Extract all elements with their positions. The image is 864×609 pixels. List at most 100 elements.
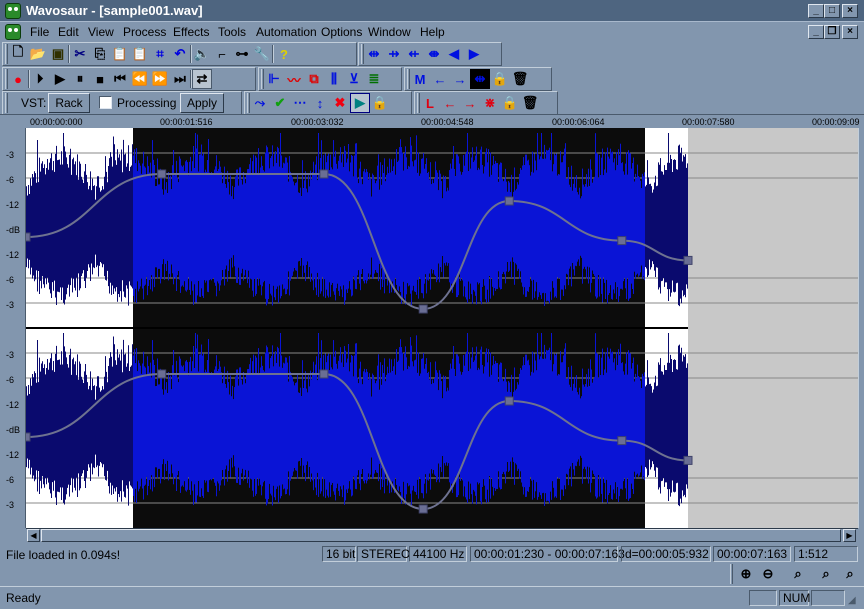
- cursor-center-icon[interactable]: ⇹: [364, 44, 384, 64]
- processing-checkbox[interactable]: [99, 96, 112, 109]
- rack-button[interactable]: Rack: [48, 93, 90, 113]
- minimize-button[interactable]: _: [808, 4, 824, 18]
- undo-icon[interactable]: ↶: [170, 44, 190, 64]
- copy-icon[interactable]: ⎘: [90, 44, 110, 64]
- marker-icon[interactable]: M: [410, 69, 430, 89]
- selection-duration: d=00:00:05:932: [621, 546, 711, 562]
- fast-forward-icon[interactable]: ⏩: [150, 69, 170, 89]
- select-right-icon[interactable]: ⇷: [404, 44, 424, 64]
- loop-delete-icon[interactable]: 🗑: [520, 93, 540, 113]
- db-label: -6: [6, 175, 15, 185]
- help-icon[interactable]: ?: [274, 44, 294, 64]
- scroll-left-button[interactable]: ◀: [27, 529, 40, 542]
- menu-effects[interactable]: Effects: [173, 25, 209, 39]
- envelope-icon[interactable]: ⤳: [250, 93, 270, 113]
- marker-delete-icon[interactable]: 🗑: [510, 69, 530, 89]
- rewind-icon[interactable]: ⏪: [130, 69, 150, 89]
- zoom-out-icon[interactable]: ⊖: [758, 564, 778, 584]
- route-icon[interactable]: ⌐: [212, 44, 232, 64]
- ruler-tick: 00:00:03:032: [291, 117, 344, 127]
- select-range-icon[interactable]: ⇼: [424, 44, 444, 64]
- zoom-fit-icon[interactable]: ⌕: [788, 564, 808, 584]
- crop-icon[interactable]: ⌗: [150, 44, 170, 64]
- toolbar-grip[interactable]: [730, 564, 733, 584]
- db-label: -dB: [6, 225, 21, 235]
- envelope-point: [617, 236, 627, 246]
- scroll-right-button[interactable]: ▶: [843, 529, 856, 542]
- envelope-play-icon[interactable]: ▶: [350, 93, 370, 113]
- toolbar-vst: VST: Rack Processing Apply: [2, 91, 242, 115]
- wrench-icon[interactable]: 🔧: [252, 44, 272, 64]
- zoom-vertical-out-icon[interactable]: ⌕: [840, 564, 860, 584]
- go-end-icon[interactable]: ⏭: [170, 69, 190, 89]
- open-folder-icon[interactable]: 📂: [28, 44, 48, 64]
- menu-view[interactable]: View: [88, 25, 114, 39]
- paste-new-icon[interactable]: 📋: [130, 44, 150, 64]
- menu-window[interactable]: Window: [368, 25, 411, 39]
- db-label: -6: [6, 275, 15, 285]
- marker-select-icon[interactable]: ⇹: [470, 69, 490, 89]
- forward-icon[interactable]: ▶: [464, 44, 484, 64]
- resize-grip[interactable]: ◢: [848, 595, 856, 606]
- menu-help[interactable]: Help: [420, 25, 445, 39]
- speaker-icon[interactable]: 🔈: [192, 44, 212, 64]
- time-ruler[interactable]: 00:00:00:000 00:00:01:516 00:00:03:032 0…: [0, 114, 864, 128]
- doc-minimize-button[interactable]: _: [808, 25, 824, 39]
- marker-prev-icon[interactable]: ←: [430, 69, 450, 89]
- eq-icon[interactable]: ≣: [364, 69, 384, 89]
- loop-prev-icon[interactable]: ←: [440, 93, 460, 113]
- envelope-flat-icon[interactable]: ⋯: [290, 93, 310, 113]
- waveform-view[interactable]: [21, 128, 858, 528]
- doc-restore-button[interactable]: ❐: [824, 25, 840, 39]
- play-icon[interactable]: ▶: [50, 69, 70, 89]
- save-icon[interactable]: ▣: [48, 44, 68, 64]
- pause-icon[interactable]: ⏸: [70, 69, 90, 89]
- menu-options[interactable]: Options: [321, 25, 362, 39]
- loop-next-icon[interactable]: →: [460, 93, 480, 113]
- zoom-toolbar: ⊕ ⊖ ⌕ ⌕ ⌕: [728, 563, 864, 585]
- close-button[interactable]: ×: [842, 4, 858, 18]
- menu-edit[interactable]: Edit: [58, 25, 79, 39]
- copy-region-icon[interactable]: ⧉: [304, 69, 324, 89]
- scroll-thumb[interactable]: [41, 529, 841, 542]
- wave-info-icon[interactable]: ⊩: [264, 69, 284, 89]
- ruler-tick: 00:00:04:548: [421, 117, 474, 127]
- zoom-in-icon[interactable]: ⊕: [736, 564, 756, 584]
- apply-button[interactable]: Apply: [180, 93, 224, 113]
- horizontal-scrollbar[interactable]: ◀ ▶: [26, 528, 858, 542]
- spectrum-icon[interactable]: 〰: [284, 69, 304, 89]
- zoom-vertical-in-icon[interactable]: ⌕: [816, 564, 836, 584]
- envelope-lock-icon[interactable]: 🔒: [370, 93, 390, 113]
- envelope-vertical-icon[interactable]: ↕: [310, 93, 330, 113]
- maximize-button[interactable]: □: [824, 4, 840, 18]
- toolbar-grip[interactable]: [5, 93, 8, 113]
- doc-icon[interactable]: [5, 24, 21, 40]
- select-left-icon[interactable]: ⇸: [384, 44, 404, 64]
- threshold-icon[interactable]: ⊻: [344, 69, 364, 89]
- loop-icon[interactable]: ⇄: [192, 69, 212, 89]
- play-from-cursor-icon[interactable]: ⏵: [30, 69, 50, 89]
- marker-next-icon[interactable]: →: [450, 69, 470, 89]
- marker-lock-icon[interactable]: 🔒: [490, 69, 510, 89]
- go-start-icon[interactable]: ⏮: [110, 69, 130, 89]
- record-icon[interactable]: ●: [8, 69, 28, 89]
- cut-icon[interactable]: ✂: [70, 44, 90, 64]
- delete-envelope-icon[interactable]: ✖: [330, 93, 350, 113]
- loop-marker-icon[interactable]: L: [420, 93, 440, 113]
- loop-select-icon[interactable]: ⋇: [480, 93, 500, 113]
- connect-icon[interactable]: ⊶: [232, 44, 252, 64]
- waveform-canvas[interactable]: [21, 128, 858, 528]
- new-file-icon[interactable]: 🗋: [8, 44, 28, 64]
- doc-close-button[interactable]: ×: [842, 25, 858, 39]
- back-icon[interactable]: ◀: [444, 44, 464, 64]
- waveform-icon[interactable]: ⫼: [324, 69, 344, 89]
- status-num: NUM: [779, 590, 810, 606]
- stop-icon[interactable]: ■: [90, 69, 110, 89]
- check-icon[interactable]: ✔: [270, 93, 290, 113]
- paste-icon[interactable]: 📋: [110, 44, 130, 64]
- menu-tools[interactable]: Tools: [218, 25, 246, 39]
- loop-lock-icon[interactable]: 🔒: [500, 93, 520, 113]
- menu-automation[interactable]: Automation: [256, 25, 317, 39]
- menu-file[interactable]: File: [30, 25, 49, 39]
- menu-process[interactable]: Process: [123, 25, 166, 39]
